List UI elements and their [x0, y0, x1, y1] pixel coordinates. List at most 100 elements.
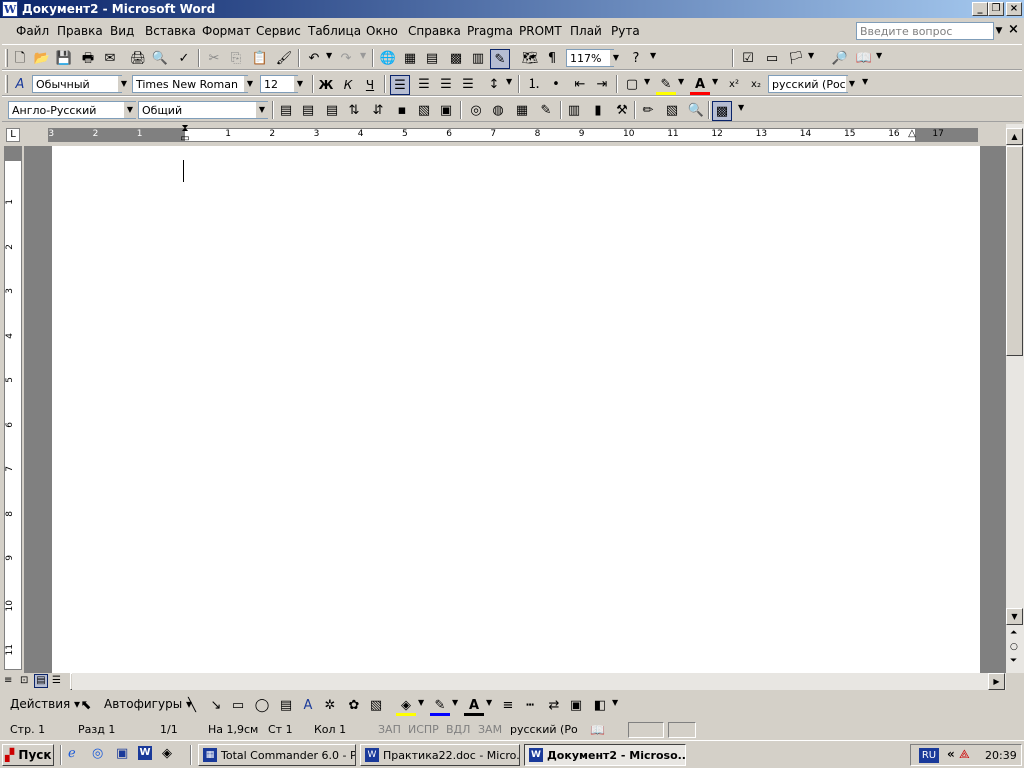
menu-item-12[interactable]: Рута	[611, 24, 640, 38]
next-page-icon[interactable]: ⏷	[1010, 656, 1017, 666]
permission-icon[interactable]: 🖶	[78, 49, 98, 69]
start-button[interactable]: ▞ Пуск	[2, 744, 54, 766]
promt-dict-dropdown-icon[interactable]: ▼	[876, 51, 882, 60]
font-size-select[interactable]: 12	[260, 75, 298, 93]
menu-item-9[interactable]: Pragma	[467, 24, 513, 38]
fill-dropdown-icon[interactable]: ▼	[418, 698, 424, 707]
clipart-icon[interactable]: ✿	[344, 696, 364, 716]
font-select[interactable]: Times New Roman	[132, 75, 248, 93]
direction-select[interactable]: Англо-Русский	[8, 101, 136, 119]
minimize-button[interactable]: _	[972, 2, 988, 16]
oval-icon[interactable]: ◯	[252, 696, 272, 716]
styles-icon[interactable]: A	[10, 75, 30, 95]
draw-font-dropdown-icon[interactable]: ▼	[486, 698, 492, 707]
bold-button[interactable]: Ж	[316, 75, 336, 95]
italic-button[interactable]: К	[338, 75, 358, 95]
shadow-icon[interactable]: ▣	[566, 696, 586, 716]
tables-borders-icon[interactable]: ▦	[400, 49, 420, 69]
menu-item-11[interactable]: Плай	[570, 24, 602, 38]
menu-item-2[interactable]: Вид	[110, 24, 134, 38]
promt-target-icon[interactable]: ◎	[466, 101, 486, 121]
actions-menu[interactable]: Действия ▾	[10, 697, 80, 711]
subscript-icon[interactable]: x₂	[746, 75, 766, 95]
insert-table-icon[interactable]: ▤	[422, 49, 442, 69]
subject-dropdown-icon[interactable]: ▼	[256, 102, 268, 118]
line-style-icon[interactable]: ≡	[498, 696, 518, 716]
underline-button[interactable]: Ч	[360, 75, 380, 95]
font-dropdown-icon[interactable]: ▼	[244, 76, 256, 92]
spelling-icon[interactable]: ✓	[174, 49, 194, 69]
scroll-right-icon[interactable]: ▶	[988, 673, 1005, 690]
fill-color-icon[interactable]: ◈	[396, 696, 416, 716]
redo-icon[interactable]: ↷	[336, 49, 356, 69]
promt-dictionary-icon[interactable]: 📖	[854, 49, 874, 69]
zoom-select[interactable]: 117%	[566, 49, 614, 67]
line-spacing-dropdown-icon[interactable]: ▼	[506, 77, 512, 86]
size-dropdown-icon[interactable]: ▼	[294, 76, 306, 92]
promt-map-icon[interactable]: ▧	[414, 101, 434, 121]
promt-tools-icon[interactable]: ⚒	[612, 101, 632, 121]
status-ovr[interactable]: ЗАМ	[476, 722, 504, 738]
horizontal-scrollbar[interactable]: ▶	[72, 673, 1006, 690]
align-left-icon[interactable]: ☰	[390, 75, 410, 95]
hyperlink-icon[interactable]: 🌐	[378, 49, 398, 69]
toolbar-grip[interactable]	[5, 49, 8, 67]
font-color-dropdown-icon[interactable]: ▼	[712, 77, 718, 86]
columns-icon[interactable]: ▥	[468, 49, 488, 69]
line-color-dropdown-icon[interactable]: ▼	[452, 698, 458, 707]
close-button[interactable]: ×	[1006, 2, 1022, 16]
justify-icon[interactable]: ☰	[458, 75, 478, 95]
translate-next-icon[interactable]: ⇅	[344, 101, 364, 121]
promt-translate-icon[interactable]: ▭	[762, 49, 782, 69]
restore-button[interactable]: ❐	[988, 2, 1004, 16]
task-document2[interactable]: W Документ2 - Microso...	[524, 744, 686, 766]
promt-photo-icon[interactable]: ▧	[662, 101, 682, 121]
increase-indent-icon[interactable]: ⇥	[592, 75, 612, 95]
highlight-icon[interactable]: ✎	[656, 75, 676, 95]
title-bar[interactable]: W Документ2 - Microsoft Word _ ❐ ×	[0, 0, 1024, 18]
decrease-indent-icon[interactable]: ⇤	[570, 75, 590, 95]
promt-flag-icon[interactable]: 🏳	[786, 49, 806, 69]
task-total-commander[interactable]: ▦ Total Commander 6.0 - P...	[198, 744, 356, 766]
menu-item-6[interactable]: Таблица	[308, 24, 361, 38]
promt-findpic-icon[interactable]: 🔍	[686, 101, 706, 121]
promt-more-icon[interactable]: ▼	[738, 103, 744, 112]
direction-dropdown-icon[interactable]: ▼	[124, 102, 136, 118]
word-icon[interactable]: W	[2, 1, 18, 17]
menu-item-10[interactable]: PROMT	[519, 24, 562, 38]
more-buttons-icon[interactable]: ▼	[862, 77, 868, 86]
translate-sel-icon[interactable]: ▤	[322, 101, 342, 121]
save-icon[interactable]: 💾	[54, 49, 74, 69]
style-dropdown-icon[interactable]: ▼	[118, 76, 130, 92]
drawing-icon[interactable]: ✎	[490, 49, 510, 69]
translate-para-icon[interactable]: ▤	[298, 101, 318, 121]
3d-icon[interactable]: ◧	[590, 696, 610, 716]
promt-dict-icon[interactable]: ▥	[564, 101, 584, 121]
menu-item-7[interactable]: Окно	[366, 24, 398, 38]
insert-excel-icon[interactable]: ▩	[446, 49, 466, 69]
menu-item-4[interactable]: Формат	[202, 24, 251, 38]
language-dropdown-icon[interactable]: ▼	[846, 76, 858, 92]
doc-close-button[interactable]: ×	[1008, 22, 1019, 37]
help-dropdown-icon[interactable]: ▼	[650, 51, 656, 60]
scroll-down-icon[interactable]: ▼	[1006, 608, 1023, 625]
rectangle-icon[interactable]: ▭	[228, 696, 248, 716]
tab-selector-icon[interactable]: L	[6, 128, 20, 142]
arrow-icon[interactable]: ↘	[206, 696, 226, 716]
promt-search-icon[interactable]: 🔎	[830, 49, 850, 69]
promt-edit-icon[interactable]: ✎	[536, 101, 556, 121]
promt-book-icon[interactable]: ▦	[512, 101, 532, 121]
toolbar-grip[interactable]	[5, 75, 8, 93]
promt-globe-icon[interactable]: ◍	[488, 101, 508, 121]
task-praktika-doc[interactable]: W Практика22.doc - Micro...	[360, 744, 520, 766]
promt-quicklaunch-icon[interactable]: ◈	[162, 746, 172, 761]
print-icon[interactable]: 🖨	[128, 49, 148, 69]
menu-item-8[interactable]: Справка	[408, 24, 461, 38]
tray-expand-icon[interactable]: «	[947, 747, 955, 761]
promt-active-icon[interactable]: ▩	[712, 101, 732, 121]
wordart-icon[interactable]: A	[298, 696, 318, 716]
normal-view-icon[interactable]: ≡	[4, 675, 12, 686]
align-right-icon[interactable]: ☰	[436, 75, 456, 95]
spelling-status-icon[interactable]: 📖	[588, 722, 607, 738]
menu-item-0[interactable]: Файл	[16, 24, 49, 38]
